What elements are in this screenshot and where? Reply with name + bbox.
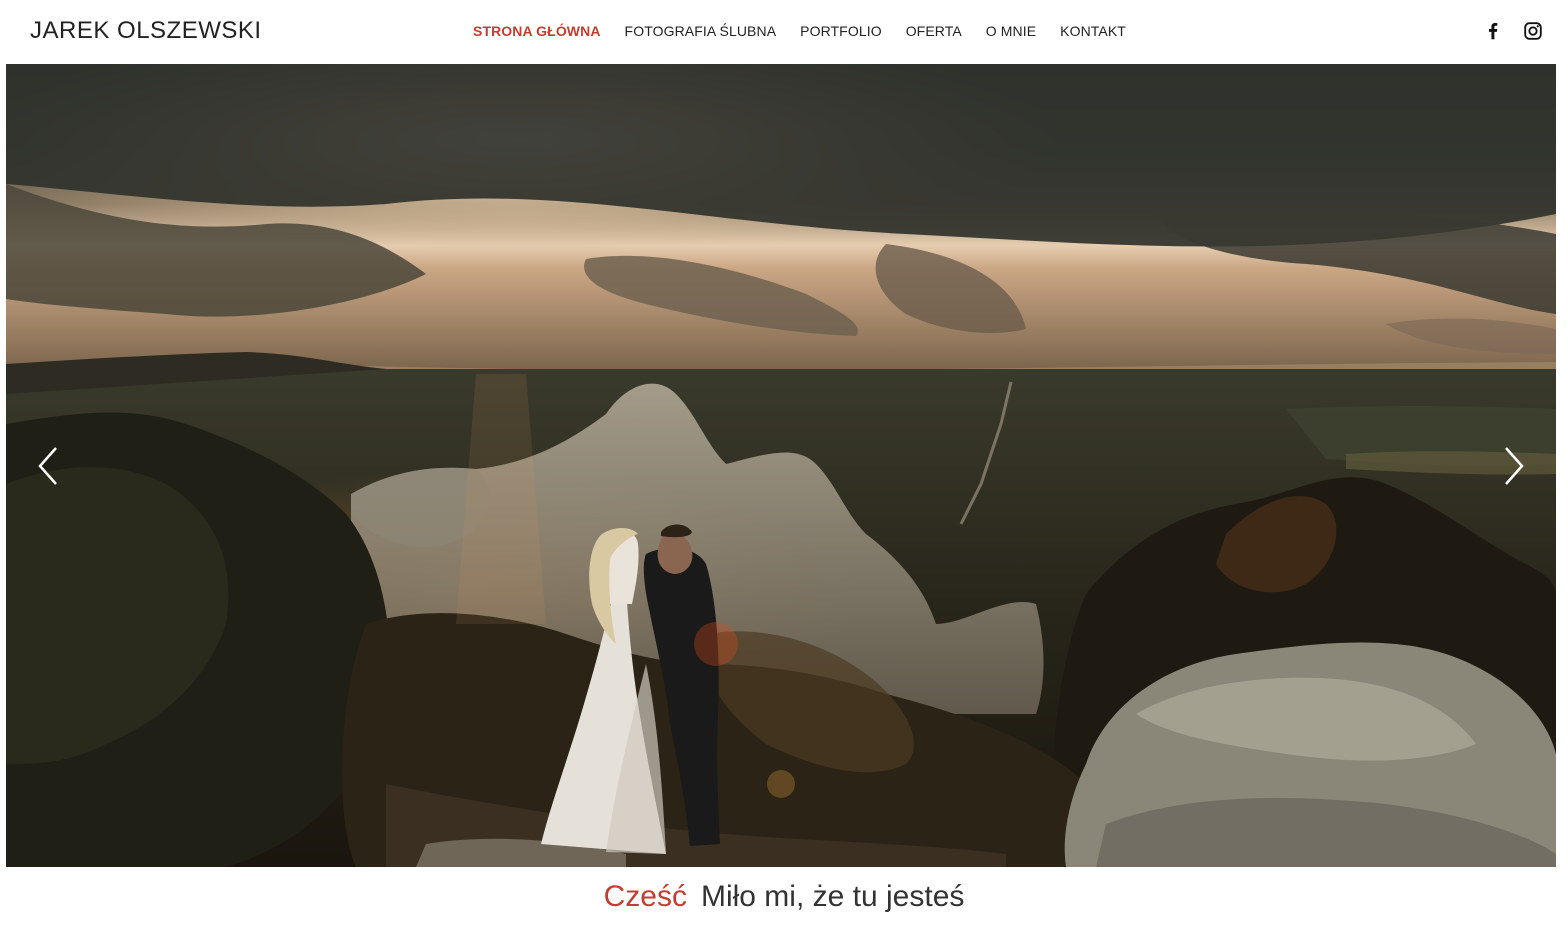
greeting-heading: Cześć Miło mi, że tu jesteś	[0, 880, 1568, 914]
hero-photo	[6, 64, 1556, 867]
facebook-icon[interactable]	[1482, 20, 1504, 42]
nav-item-wedding-photography[interactable]: FOTOGRAFIA ŚLUBNA	[625, 23, 777, 39]
chevron-left-icon[interactable]	[34, 444, 64, 488]
main-nav: STRONA GŁÓWNA FOTOGRAFIA ŚLUBNA PORTFOLI…	[473, 23, 1150, 39]
nav-item-contact[interactable]: KONTAKT	[1060, 23, 1126, 39]
site-title[interactable]: JAREK OLSZEWSKI	[30, 17, 262, 45]
site-header: JAREK OLSZEWSKI STRONA GŁÓWNA FOTOGRAFIA…	[0, 0, 1568, 64]
social-links	[1482, 20, 1544, 42]
chevron-right-icon[interactable]	[1498, 444, 1528, 488]
nav-item-offer[interactable]: OFERTA	[906, 23, 962, 39]
hero-slideshow	[6, 64, 1556, 867]
nav-item-home[interactable]: STRONA GŁÓWNA	[473, 23, 601, 39]
instagram-icon[interactable]	[1522, 20, 1544, 42]
nav-item-portfolio[interactable]: PORTFOLIO	[800, 23, 882, 39]
greeting-text: Miło mi, że tu jesteś	[700, 880, 965, 913]
nav-item-about[interactable]: O MNIE	[986, 23, 1036, 39]
greeting-accent: Cześć	[603, 880, 687, 913]
